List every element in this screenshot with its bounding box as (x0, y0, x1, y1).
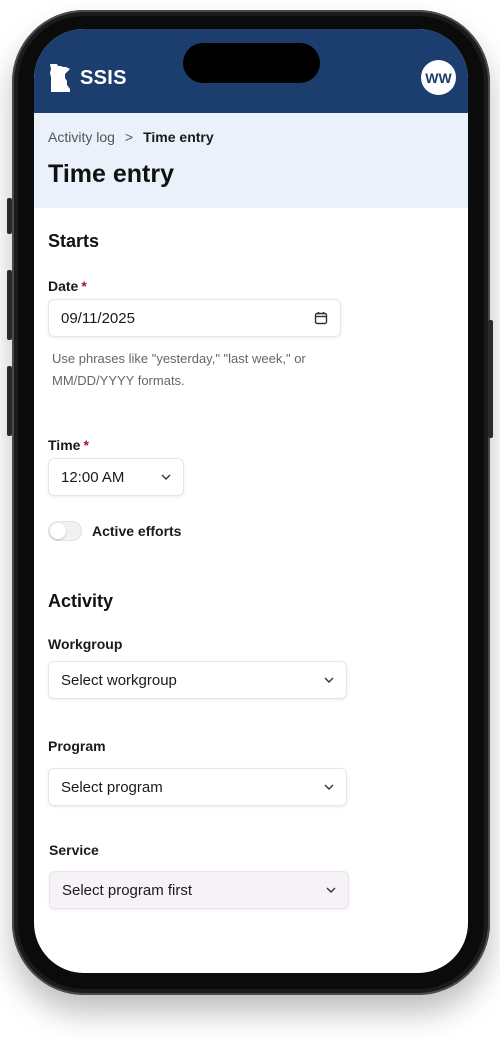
calendar-icon[interactable] (314, 311, 328, 325)
program-label: Program (48, 738, 106, 754)
chevron-down-icon (161, 474, 171, 480)
chevron-down-icon (326, 887, 336, 893)
required-marker: * (83, 437, 89, 453)
active-efforts-row: Active efforts (48, 521, 181, 541)
breadcrumb-current: Time entry (143, 129, 214, 145)
date-input[interactable]: 09/11/2025 (48, 299, 341, 337)
mute-switch (7, 198, 12, 234)
app-screen: SSIS WW Activity log > Time entry Time e… (34, 29, 468, 973)
dynamic-island (183, 43, 320, 83)
time-label: Time * (48, 437, 89, 453)
brand-name: SSIS (80, 66, 127, 89)
toggle-knob (50, 523, 66, 539)
date-hint: Use phrases like "yesterday," "last week… (52, 351, 306, 388)
workgroup-label: Workgroup (48, 636, 123, 652)
service-select[interactable]: Select program first (49, 871, 349, 909)
breadcrumb-activity-log[interactable]: Activity log (48, 129, 115, 145)
workgroup-value: Select workgroup (61, 671, 177, 689)
workgroup-select[interactable]: Select workgroup (48, 661, 347, 699)
minnesota-state-icon (50, 64, 70, 92)
active-efforts-label: Active efforts (92, 523, 182, 539)
page-title: Time entry (48, 160, 174, 188)
time-select[interactable]: 12:00 AM (48, 458, 184, 496)
date-value: 09/11/2025 (61, 309, 135, 327)
date-label-text: Date (48, 278, 79, 294)
starts-section-title: Starts (48, 231, 100, 251)
date-label: Date * (48, 278, 87, 294)
program-value: Select program (61, 778, 163, 796)
service-value: Select program first (62, 881, 193, 899)
time-label-text: Time (48, 437, 81, 453)
active-efforts-toggle[interactable] (48, 521, 82, 541)
service-label: Service (49, 842, 99, 858)
activity-section-title: Activity (48, 591, 114, 611)
power-button (488, 320, 493, 438)
app-logo[interactable]: SSIS (48, 63, 127, 93)
volume-up-button (7, 270, 12, 340)
avatar[interactable]: WW (421, 60, 456, 95)
program-select[interactable]: Select program (48, 768, 347, 806)
chevron-down-icon (324, 677, 334, 683)
time-value: 12:00 AM (61, 468, 125, 486)
chevron-down-icon (324, 784, 334, 790)
breadcrumb-separator: > (124, 129, 134, 145)
breadcrumb: Activity log > Time entry (48, 129, 214, 145)
required-marker: * (81, 278, 87, 294)
volume-down-button (7, 366, 12, 436)
